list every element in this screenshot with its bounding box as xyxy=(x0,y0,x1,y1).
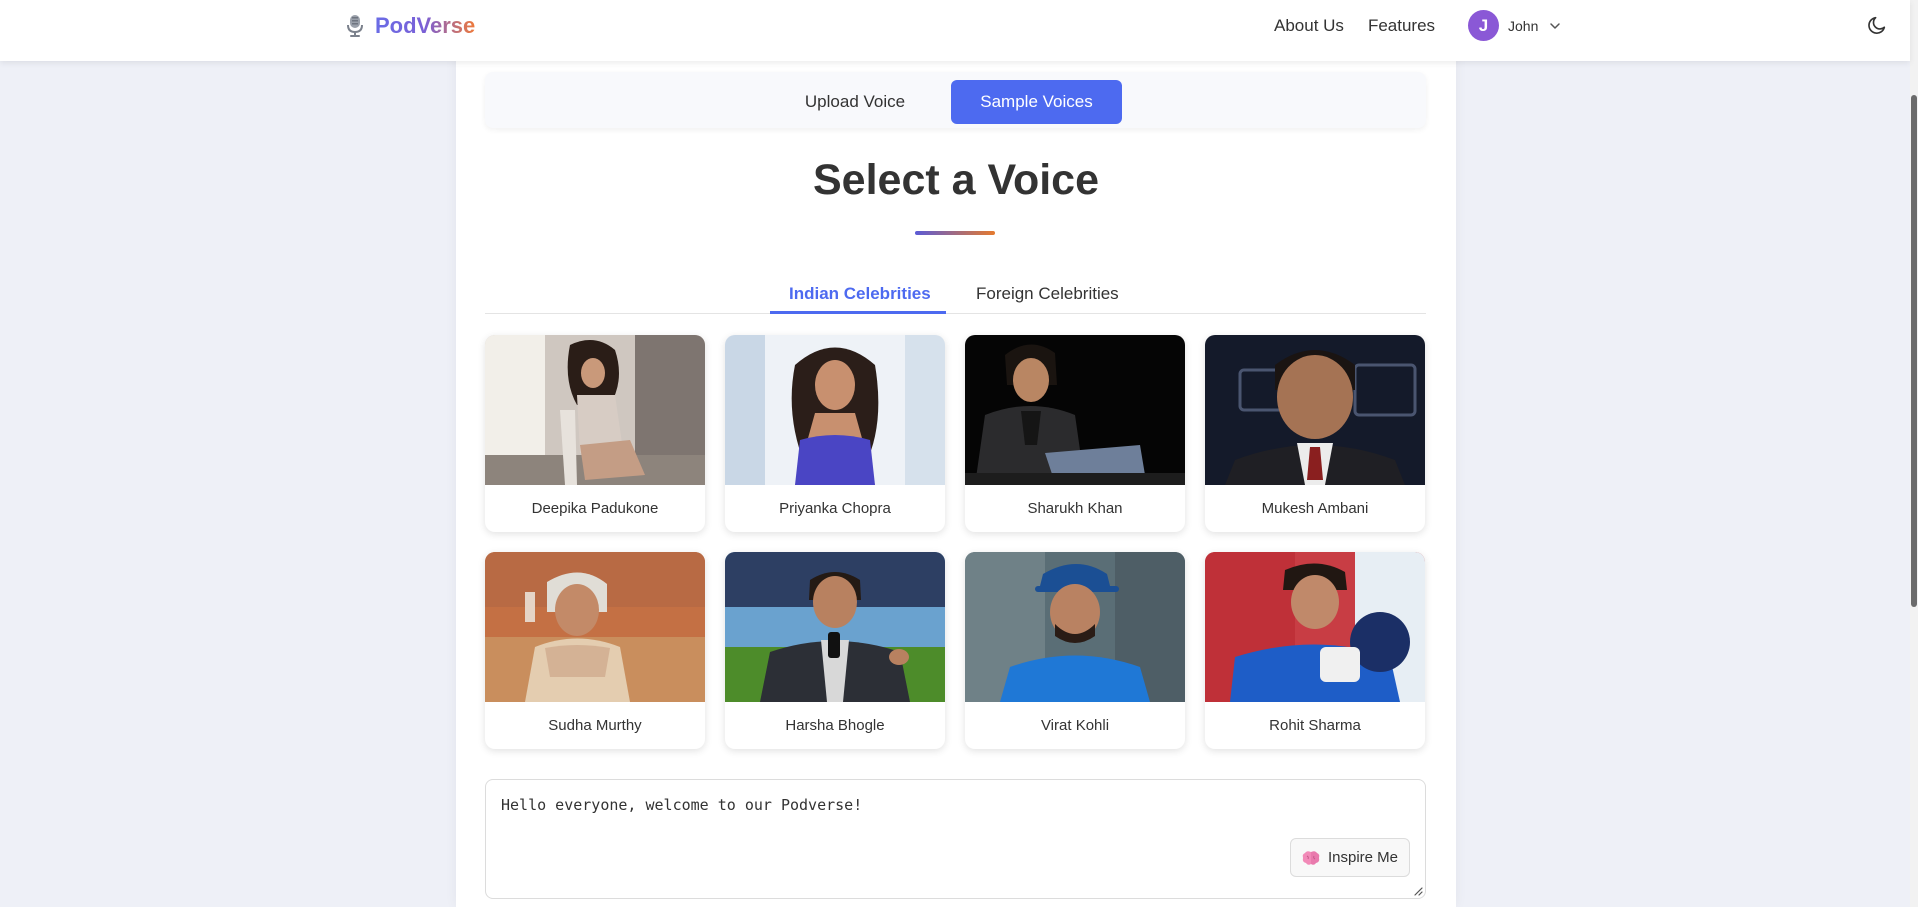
celebrity-name: Deepika Padukone xyxy=(531,500,659,517)
nav-link-about-us[interactable]: About Us xyxy=(1274,16,1344,36)
celebrity-photo xyxy=(725,335,945,485)
celebrity-photo xyxy=(1205,335,1425,485)
podcast-text-input[interactable]: Hello everyone, welcome to our Podverse! xyxy=(485,779,1426,899)
celebrity-photo xyxy=(485,552,705,702)
top-navbar: PodVerse About Us Features J John xyxy=(0,0,1910,61)
tab-indian-celebrities[interactable]: Indian Celebrities xyxy=(789,284,931,304)
sample-voices-button[interactable]: Sample Voices xyxy=(951,80,1122,124)
celebrity-name: Priyanka Chopra xyxy=(779,500,891,517)
voice-card-virat-kohli[interactable]: Virat Kohli xyxy=(965,552,1185,749)
active-tab-indicator xyxy=(770,311,946,314)
page-title: Select a Voice xyxy=(812,156,1100,204)
celebrity-photo xyxy=(965,335,1185,485)
celebrity-name: Sharukh Khan xyxy=(1027,500,1123,517)
celebrity-name: Rohit Sharma xyxy=(1269,717,1361,734)
nav-links: About Us Features xyxy=(1274,16,1435,36)
voice-card-sudha-murthy[interactable]: Sudha Murthy xyxy=(485,552,705,749)
celebrity-photo xyxy=(725,552,945,702)
brand-name: PodVerse xyxy=(375,13,476,38)
voice-card-rohit-sharma[interactable]: Rohit Sharma xyxy=(1205,552,1425,749)
chevron-down-icon xyxy=(1550,22,1561,29)
voice-card-sharukh-khan[interactable]: Sharukh Khan xyxy=(965,335,1185,532)
upload-voice-button[interactable]: Upload Voice xyxy=(795,80,915,124)
avatar: J xyxy=(1468,10,1499,41)
tabs-divider xyxy=(485,313,1426,314)
celebrity-name: Harsha Bhogle xyxy=(785,717,885,734)
scrollbar-thumb[interactable] xyxy=(1911,95,1917,607)
inspire-me-button[interactable]: Inspire Me xyxy=(1290,838,1410,877)
celebrity-photo xyxy=(485,335,705,485)
voice-card-harsha-bhogle[interactable]: Harsha Bhogle xyxy=(725,552,945,749)
title-underline xyxy=(915,231,995,235)
resize-handle-icon[interactable] xyxy=(1411,884,1423,896)
user-name: John xyxy=(1508,17,1539,34)
microphone-icon xyxy=(347,15,363,37)
brand[interactable]: PodVerse xyxy=(345,13,475,39)
brain-icon xyxy=(1302,850,1320,865)
celebrity-name: Virat Kohli xyxy=(1040,717,1110,734)
moon-icon[interactable] xyxy=(1866,14,1888,36)
tab-foreign-celebrities[interactable]: Foreign Celebrities xyxy=(976,284,1119,304)
mode-toggle-bar: Upload Voice Sample Voices xyxy=(485,72,1426,128)
user-menu[interactable]: J John xyxy=(1468,10,1561,41)
nav-link-features[interactable]: Features xyxy=(1368,16,1435,36)
celebrity-name: Mukesh Ambani xyxy=(1261,500,1369,517)
celebrity-photo xyxy=(1205,552,1425,702)
celebrity-name: Sudha Murthy xyxy=(548,717,642,734)
celebrity-photo xyxy=(965,552,1185,702)
voice-card-mukesh-ambani[interactable]: Mukesh Ambani xyxy=(1205,335,1425,532)
voice-card-priyanka-chopra[interactable]: Priyanka Chopra xyxy=(725,335,945,532)
voice-card-deepika-padukone[interactable]: Deepika Padukone xyxy=(485,335,705,532)
inspire-me-label: Inspire Me xyxy=(1327,849,1399,866)
